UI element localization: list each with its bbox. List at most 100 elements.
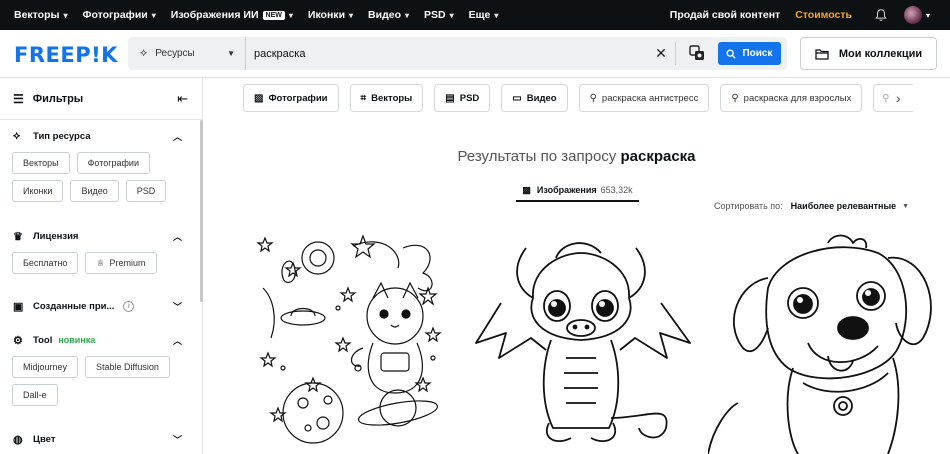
image-search-icon[interactable] [688, 44, 706, 62]
section-title[interactable]: ▣ Созданные при... i ﹀ [0, 298, 200, 314]
section-label: Тип ресурса [33, 130, 91, 142]
nav-item-video[interactable]: Видео ▾ [368, 9, 409, 21]
shapes-icon: ⟡ [140, 47, 148, 59]
freepik-logo[interactable]: FREEP!K [14, 43, 118, 67]
tag-psd[interactable]: ▤ PSD [434, 84, 491, 112]
images-icon: ▩ [522, 184, 531, 195]
chip-stable-diffusion[interactable]: Stable Diffusion [85, 356, 170, 378]
chip-psd[interactable]: PSD [125, 180, 167, 202]
tool-chips: Midjourney Stable Diffusion Dall-e [0, 356, 200, 412]
image-icon: ▣ [13, 300, 24, 313]
search-icon: ⚲ [589, 92, 597, 104]
result-thumbnail-space-cat[interactable] [253, 228, 448, 454]
chip-free[interactable]: Бесплатно [12, 252, 79, 274]
space-cat-coloring-image [256, 234, 442, 444]
nav-item-photos[interactable]: Фотографии ▾ [83, 9, 156, 21]
chip-label: Premium [109, 258, 146, 268]
bell-icon[interactable] [874, 8, 888, 22]
filters-sidebar: ☰ Фильтры ⇤ ⟡ Тип ресурса ︿ Векторы Фото… [0, 78, 203, 454]
tag-label: Видео [526, 92, 557, 104]
section-title[interactable]: ⟡ Тип ресурса ︿ [0, 128, 200, 144]
result-thumbnail-puppy[interactable] [708, 228, 950, 454]
chevron-up-icon: ︿ [172, 131, 182, 142]
chevron-down-icon: ▾ [349, 10, 354, 20]
section-label: Лицензия [33, 230, 79, 242]
color-section: ◍ Цвет ﹀ [0, 431, 200, 447]
tool-section: ⚙ Tool новинка ︿ Midjourney Stable Diffu… [0, 332, 200, 412]
chip-vectors[interactable]: Векторы [12, 152, 70, 174]
search-button[interactable]: Поиск [718, 42, 781, 65]
ai-chip-icon: ⚙ [13, 334, 23, 347]
section-title[interactable]: ♛ Лицензия ︿ [0, 228, 200, 244]
section-label: Tool [33, 334, 53, 346]
chevron-down-icon[interactable]: ▾ [926, 11, 930, 20]
caret-down-icon: ▼ [902, 202, 910, 210]
divider [675, 42, 676, 65]
tag-label: Векторы [371, 92, 413, 104]
nav-label: Еще [468, 9, 491, 21]
chip-icons[interactable]: Иконки [12, 180, 64, 202]
result-thumbnail-dragon[interactable] [471, 228, 695, 454]
chip-midjourney[interactable]: Midjourney [12, 356, 79, 378]
section-title[interactable]: ⚙ Tool новинка ︿ [0, 332, 200, 348]
chip-dalle[interactable]: Dall-e [12, 384, 58, 406]
sort-control[interactable]: Сортировать по: Наиболее релевантные ▼ [714, 201, 909, 211]
top-right-actions: Продай свой контент Стоимость ▾ [670, 0, 950, 30]
baby-dragon-coloring-image [475, 242, 691, 443]
search-button-label: Поиск [742, 48, 773, 59]
results-gallery [253, 228, 950, 454]
tag-keyword-antistress[interactable]: ⚲ раскраска антистресс [578, 84, 710, 112]
close-icon[interactable]: ✕ [652, 44, 670, 62]
sliders-icon: ☰ [13, 91, 24, 106]
tag-video[interactable]: ▭ Видео [501, 84, 568, 112]
video-icon: ▭ [512, 92, 522, 104]
chevron-down-icon: ﹀ [172, 301, 182, 312]
section-title[interactable]: ◍ Цвет ﹀ [0, 431, 200, 447]
new-label: новинка [58, 335, 96, 345]
related-tags: ▨ Фотографии ⌗ Векторы ▤ PSD ▭ Видео ⚲ раскра… [243, 84, 924, 112]
puppy-coloring-image [708, 234, 932, 454]
sort-label: Сортировать по: [714, 201, 783, 211]
tag-label: Фотографии [268, 92, 328, 104]
chevron-right-icon[interactable]: › [896, 90, 901, 106]
my-collections-button[interactable]: Мои коллекции [800, 37, 937, 70]
photo-icon: ▨ [254, 92, 264, 104]
filters-header: ☰ Фильтры [0, 78, 202, 120]
nav-item-vectors[interactable]: Векторы ▾ [14, 9, 68, 21]
resource-type-select[interactable]: ⟡ Ресурсы ▼ [128, 37, 246, 70]
resource-type-chips: Векторы Фотографии Иконки Видео PSD [0, 152, 200, 208]
pricing-link[interactable]: Стоимость [795, 9, 852, 21]
collections-label: Мои коллекции [838, 47, 923, 60]
search-input[interactable] [254, 38, 634, 69]
filters-title: Фильтры [32, 92, 84, 105]
nav-item-ai-images[interactable]: Изображения ИИ NEW ▾ [171, 9, 293, 21]
chip-video[interactable]: Видео [70, 180, 119, 202]
collapse-sidebar-icon[interactable]: ⇤ [177, 91, 188, 107]
tag-label: раскраска для взрослых [743, 92, 852, 104]
tag-vectors[interactable]: ⌗ Векторы [349, 84, 424, 112]
tag-label: раскраска антистресс [601, 92, 699, 104]
search-icon [726, 49, 737, 59]
chevron-down-icon: ▾ [151, 10, 156, 20]
top-nav-menu: Векторы ▾ Фотографии ▾ Изображения ИИ NEW ▾ … [0, 9, 513, 21]
nav-label: Иконки [307, 9, 346, 21]
avatar[interactable] [903, 6, 922, 24]
chip-premium[interactable]: ♕ Premium [85, 252, 157, 274]
tab-label: Изображения [536, 185, 597, 195]
nav-item-more[interactable]: Еще ▾ [469, 9, 499, 21]
tag-more-cut[interactable]: ⚲ [873, 84, 914, 112]
chip-photos[interactable]: Фотографии [76, 152, 150, 174]
tag-photos[interactable]: ▨ Фотографии [243, 84, 339, 112]
tag-keyword-adults[interactable]: ⚲ раскраска для взрослых [720, 84, 863, 112]
license-chips: Бесплатно ♕ Premium [0, 252, 200, 280]
chevron-down-icon: ▾ [63, 10, 68, 20]
resource-select-label: Ресурсы [155, 48, 195, 59]
nav-item-psd[interactable]: PSD ▾ [424, 9, 454, 21]
nav-item-icons[interactable]: Иконки ▾ [308, 9, 353, 21]
nav-label: PSD [424, 9, 446, 21]
info-icon[interactable]: i [123, 300, 135, 312]
sell-content-link[interactable]: Продай свой контент [670, 9, 780, 21]
tab-images[interactable]: ▩ Изображения 653,32k [516, 180, 639, 202]
nav-label: Векторы [14, 9, 60, 21]
results-title: Результаты по запросу раскраска [203, 148, 950, 165]
